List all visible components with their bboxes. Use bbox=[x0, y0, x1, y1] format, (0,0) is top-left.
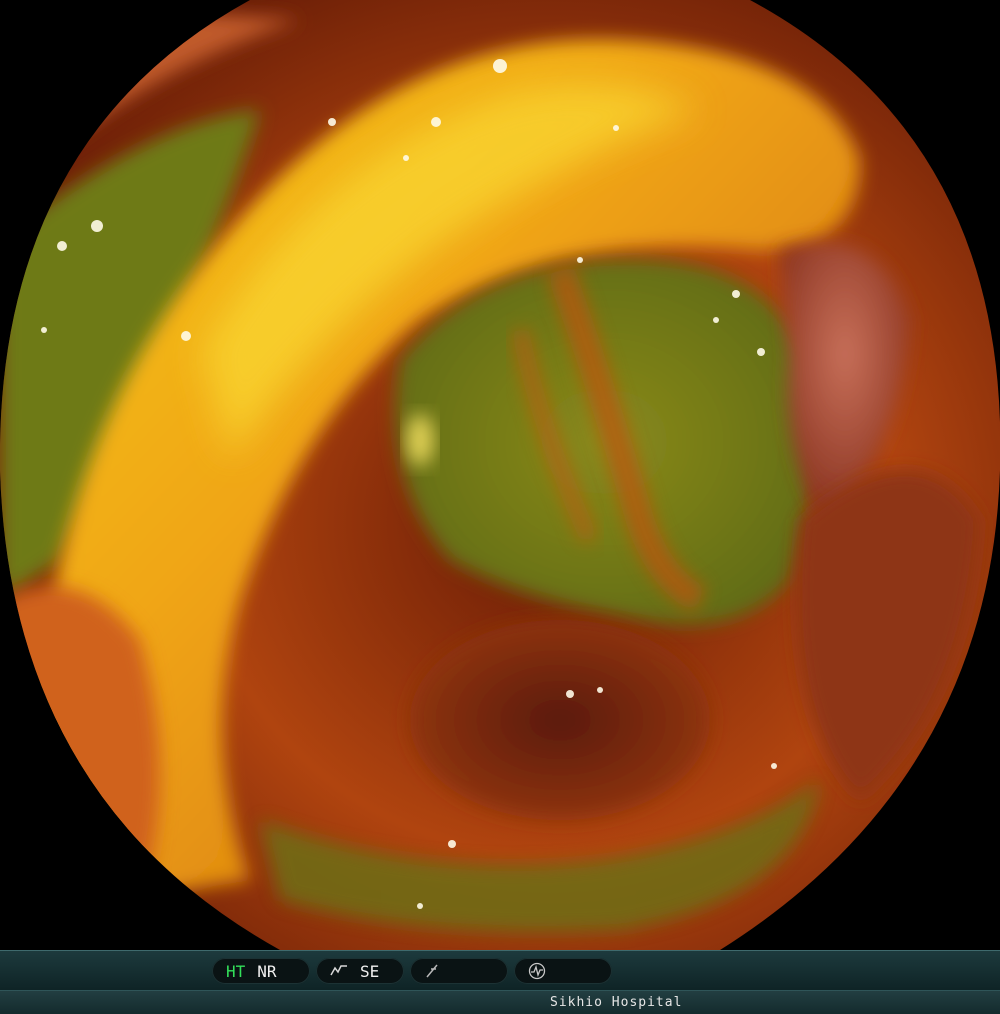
se-label: SE bbox=[360, 961, 380, 981]
nr-label: NR bbox=[257, 961, 277, 981]
ht-nr-indicator: HT NR bbox=[212, 958, 310, 984]
waveform-icon bbox=[528, 962, 546, 980]
freeze-icon bbox=[424, 963, 440, 979]
endoscopy-screen: HT NR SE Sikhio Hospital bbox=[0, 0, 1000, 1014]
endoscopic-view bbox=[0, 0, 1000, 950]
ht-label: HT bbox=[226, 961, 246, 981]
enhancement-curve-icon bbox=[330, 964, 348, 978]
status-bar: HT NR SE bbox=[0, 950, 1000, 991]
hospital-name: Sikhio Hospital bbox=[550, 995, 683, 1010]
se-indicator: SE bbox=[316, 958, 404, 984]
freeze-indicator bbox=[410, 958, 508, 984]
waveform-indicator bbox=[514, 958, 612, 984]
info-bar: Sikhio Hospital bbox=[0, 990, 1000, 1014]
